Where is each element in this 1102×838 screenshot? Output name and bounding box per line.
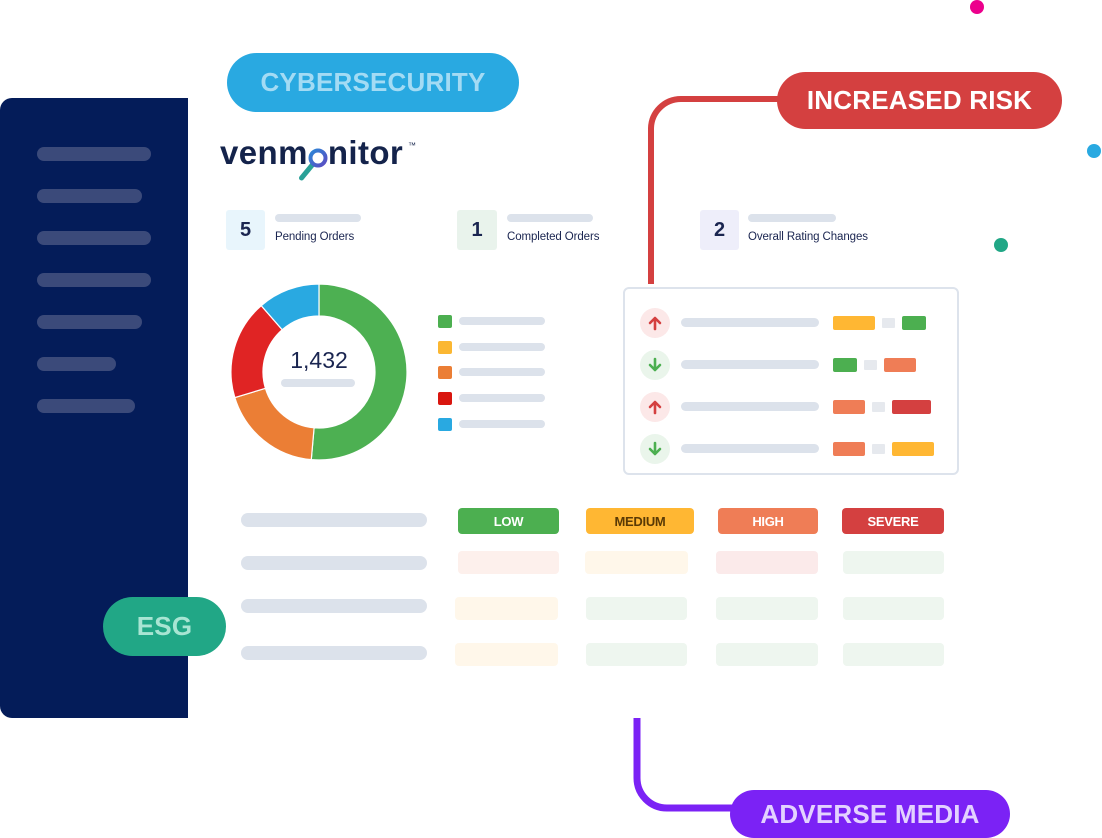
rating-to-chip bbox=[902, 316, 926, 330]
decor-dot-teal bbox=[994, 238, 1008, 252]
stat-placeholder-bar bbox=[275, 214, 361, 222]
arrow-up-icon bbox=[640, 392, 670, 422]
tag-cybersecurity-label: CYBERSECURITY bbox=[260, 67, 486, 97]
sidebar-item-2[interactable] bbox=[37, 189, 142, 203]
severity-cell[interactable] bbox=[843, 551, 944, 574]
rating-to-chip bbox=[892, 400, 931, 414]
arrow-up-icon bbox=[640, 308, 670, 338]
severity-cell[interactable] bbox=[455, 643, 558, 666]
tag-cybersecurity: CYBERSECURITY bbox=[227, 53, 519, 112]
severity-row-label-placeholder bbox=[241, 599, 427, 613]
rating-change-name-placeholder bbox=[681, 402, 819, 411]
arrow-down-icon bbox=[640, 434, 670, 464]
connector-line-adverse-media bbox=[633, 718, 740, 812]
legend-label-placeholder bbox=[459, 394, 545, 402]
rating-separator bbox=[872, 444, 885, 454]
legend-swatch bbox=[438, 366, 452, 379]
donut-center-placeholder bbox=[281, 379, 355, 387]
legend-label-placeholder bbox=[459, 317, 545, 325]
sidebar-item-4[interactable] bbox=[37, 273, 151, 287]
stat-pending-orders-label: Pending Orders bbox=[275, 231, 355, 243]
severity-cell[interactable] bbox=[843, 597, 944, 620]
severity-header-low[interactable]: LOW bbox=[458, 508, 559, 534]
stat-completed-orders-value: 1 bbox=[457, 210, 497, 250]
severity-row-label-placeholder bbox=[241, 556, 427, 570]
magnifier-icon bbox=[298, 148, 328, 181]
severity-header-medium[interactable]: MEDIUM bbox=[586, 508, 694, 534]
tag-adverse-media: ADVERSE MEDIA bbox=[730, 790, 1010, 838]
severity-cell[interactable] bbox=[716, 551, 818, 574]
donut-center-total: 1,432 bbox=[290, 347, 348, 373]
rating-from-chip bbox=[833, 442, 865, 456]
stat-overall-rating-changes-label: Overall Rating Changes bbox=[748, 231, 868, 243]
donut-segment-2[interactable] bbox=[234, 387, 315, 461]
brand-logo: venm nitor ™ bbox=[220, 134, 416, 181]
legend-swatch bbox=[438, 341, 452, 354]
rating-changes-panel bbox=[623, 287, 959, 475]
sidebar-item-1[interactable] bbox=[37, 147, 151, 161]
legend-label-placeholder bbox=[459, 343, 545, 351]
severity-cell[interactable] bbox=[586, 597, 687, 620]
rating-separator bbox=[872, 402, 885, 412]
brand-name-end: nitor bbox=[327, 134, 404, 171]
tag-esg: ESG bbox=[103, 597, 226, 656]
rating-to-chip bbox=[884, 358, 916, 372]
sidebar-item-6[interactable] bbox=[37, 357, 116, 371]
tag-increased-risk-label: INCREASED RISK bbox=[806, 85, 1033, 115]
rating-change-levels bbox=[833, 400, 931, 414]
rating-from-chip bbox=[833, 400, 865, 414]
connector-line-increased-risk bbox=[648, 96, 785, 284]
rating-from-chip bbox=[833, 316, 875, 330]
sidebar-item-5[interactable] bbox=[37, 315, 142, 329]
rating-change-levels bbox=[833, 316, 926, 330]
severity-cell[interactable] bbox=[716, 597, 818, 620]
decor-dot-blue bbox=[1087, 144, 1101, 158]
legend-label-placeholder bbox=[459, 420, 545, 428]
stat-placeholder-bar bbox=[748, 214, 836, 222]
sidebar-item-7[interactable] bbox=[37, 399, 135, 413]
rating-change-levels bbox=[833, 442, 934, 456]
legend-swatch bbox=[438, 418, 452, 431]
rating-from-chip bbox=[833, 358, 857, 372]
tag-adverse-media-label: ADVERSE MEDIA bbox=[760, 798, 980, 829]
tag-esg-label: ESG bbox=[136, 611, 193, 641]
severity-row-label-placeholder bbox=[241, 646, 427, 660]
severity-cell[interactable] bbox=[458, 551, 559, 574]
rating-separator bbox=[864, 360, 877, 370]
rating-change-name-placeholder bbox=[681, 444, 819, 453]
rating-separator bbox=[882, 318, 895, 328]
severity-cell[interactable] bbox=[586, 643, 687, 666]
stat-overall-rating-changes-value: 2 bbox=[700, 210, 739, 250]
tag-increased-risk: INCREASED RISK bbox=[777, 72, 1062, 129]
rating-to-chip bbox=[892, 442, 934, 456]
severity-cell[interactable] bbox=[455, 597, 558, 620]
stat-placeholder-bar bbox=[507, 214, 593, 222]
severity-header-severe[interactable]: SEVERE bbox=[842, 508, 944, 534]
sidebar-item-3[interactable] bbox=[37, 231, 151, 245]
severity-header-high[interactable]: HIGH bbox=[718, 508, 818, 534]
decor-dot-pink bbox=[970, 0, 984, 14]
arrow-down-icon bbox=[640, 350, 670, 380]
severity-cell[interactable] bbox=[585, 551, 688, 574]
rating-change-name-placeholder bbox=[681, 360, 819, 369]
stat-completed-orders-label: Completed Orders bbox=[507, 231, 600, 243]
severity-header-placeholder bbox=[241, 513, 427, 527]
severity-cell[interactable] bbox=[843, 643, 944, 666]
legend-swatch bbox=[438, 315, 452, 328]
legend-label-placeholder bbox=[459, 368, 545, 376]
legend-swatch bbox=[438, 392, 452, 405]
trademark-symbol: ™ bbox=[408, 141, 416, 150]
rating-change-name-placeholder bbox=[681, 318, 819, 327]
stat-pending-orders-value: 5 bbox=[226, 210, 265, 250]
severity-cell[interactable] bbox=[716, 643, 818, 666]
brand-name-start: venm bbox=[220, 134, 308, 171]
rating-change-levels bbox=[833, 358, 916, 372]
